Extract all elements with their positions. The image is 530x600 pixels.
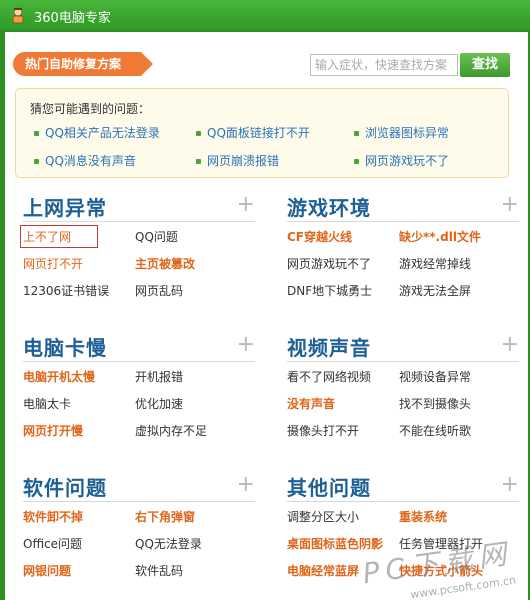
link-item[interactable]: 网页游戏玩不了 bbox=[287, 255, 371, 272]
link-row: 摄像头打不开 不能在线听歌 bbox=[287, 416, 519, 443]
link-item[interactable]: 电脑太卡 bbox=[23, 395, 71, 412]
link-item[interactable]: 网页乱码 bbox=[135, 282, 183, 299]
link-item[interactable]: 12306证书错误 bbox=[23, 282, 109, 299]
section-title: 游戏环境 bbox=[287, 196, 371, 220]
expand-plus-icon[interactable]: + bbox=[501, 332, 519, 357]
section-title: 软件问题 bbox=[23, 476, 107, 500]
link-item[interactable]: Office问题 bbox=[23, 535, 82, 552]
link-row: 上不了网 QQ问题 bbox=[19, 222, 255, 249]
link-row: 看不了网络视频 视频设备异常 bbox=[287, 362, 519, 389]
search-input[interactable]: 输入症状，快速查找方案 bbox=[310, 54, 458, 76]
link-row: 电脑太卡 优化加速 bbox=[23, 389, 255, 416]
link-row: 12306证书错误 网页乱码 bbox=[23, 276, 255, 303]
section-header: 其他问题 + bbox=[287, 470, 519, 502]
main-content: 热门自助修复方案 输入症状，快速查找方案 查找 猜您可能遇到的问题： QQ相关产… bbox=[5, 32, 528, 600]
link-item[interactable]: 不能在线听歌 bbox=[399, 422, 471, 439]
link-row: CF穿越火线 缺少**.dll文件 bbox=[287, 222, 519, 249]
expand-plus-icon[interactable]: + bbox=[237, 192, 255, 217]
link-row: 网页游戏玩不了 游戏经常掉线 bbox=[287, 249, 519, 276]
section-title: 上网异常 bbox=[23, 196, 107, 220]
link-item[interactable]: 重装系统 bbox=[399, 508, 447, 525]
bullet-icon bbox=[196, 159, 201, 164]
app-logo-icon bbox=[12, 7, 24, 24]
link-row: 软件卸不掉 右下角弹窗 bbox=[23, 502, 255, 529]
expand-plus-icon[interactable]: + bbox=[501, 472, 519, 497]
link-row: DNF地下城勇士 游戏无法全屏 bbox=[287, 276, 519, 303]
link-item[interactable]: 开机报错 bbox=[135, 368, 183, 385]
bullet-icon bbox=[196, 131, 201, 136]
suggestion-link[interactable]: 浏览器图标异常 bbox=[354, 124, 449, 141]
link-item[interactable]: DNF地下城勇士 bbox=[287, 282, 372, 299]
section-video-audio: 视频声音 + 看不了网络视频 视频设备异常 没有声音 找不到摄像头 摄像头打不开… bbox=[287, 330, 519, 443]
section-title: 电脑卡慢 bbox=[23, 336, 107, 360]
link-item[interactable]: CF穿越火线 bbox=[287, 228, 352, 245]
link-item[interactable]: 游戏无法全屏 bbox=[399, 282, 471, 299]
link-item[interactable]: 缺少**.dll文件 bbox=[399, 228, 481, 245]
section-software: 软件问题 + 软件卸不掉 右下角弹窗 Office问题 QQ无法登录 网银问题 … bbox=[23, 470, 255, 583]
link-item[interactable]: 游戏经常掉线 bbox=[399, 255, 471, 272]
section-title: 视频声音 bbox=[287, 336, 371, 360]
link-row: 网页打开慢 虚拟内存不足 bbox=[23, 416, 255, 443]
suggestion-link[interactable]: QQ消息没有声音 bbox=[34, 152, 136, 169]
link-item[interactable]: 电脑开机太慢 bbox=[23, 368, 95, 385]
link-item[interactable]: 软件乱码 bbox=[135, 562, 183, 579]
suggestion-link[interactable]: 网页游戏玩不了 bbox=[354, 152, 449, 169]
section-header: 游戏环境 + bbox=[287, 190, 519, 222]
section-network: 上网异常 + 上不了网 QQ问题 网页打不开 主页被篡改 12306证书错误 网… bbox=[19, 190, 255, 303]
bullet-icon bbox=[34, 131, 39, 136]
bullet-icon bbox=[354, 159, 359, 164]
section-title: 其他问题 bbox=[287, 476, 371, 500]
suggestion-link[interactable]: QQ相关产品无法登录 bbox=[34, 124, 160, 141]
link-item[interactable]: 主页被篡改 bbox=[135, 255, 195, 272]
link-row: Office问题 QQ无法登录 bbox=[23, 529, 255, 556]
link-row: 电脑开机太慢 开机报错 bbox=[23, 362, 255, 389]
title-bar: 360电脑专家 bbox=[0, 0, 530, 30]
link-item[interactable]: 看不了网络视频 bbox=[287, 368, 371, 385]
expand-plus-icon[interactable]: + bbox=[501, 192, 519, 217]
window-title: 360电脑专家 bbox=[34, 11, 111, 26]
link-row: 网银问题 软件乱码 bbox=[23, 556, 255, 583]
section-header: 上网异常 + bbox=[23, 190, 255, 222]
section-slow-pc: 电脑卡慢 + 电脑开机太慢 开机报错 电脑太卡 优化加速 网页打开慢 虚拟内存不… bbox=[23, 330, 255, 443]
suggestion-panel: 猜您可能遇到的问题： QQ相关产品无法登录 QQ面板链接打不开 浏览器图标异常 … bbox=[15, 88, 509, 178]
link-item[interactable]: 网页打开慢 bbox=[23, 422, 83, 439]
link-item[interactable]: 右下角弹窗 bbox=[135, 508, 195, 525]
link-item[interactable]: 虚拟内存不足 bbox=[135, 422, 207, 439]
link-row: 网页打不开 主页被篡改 bbox=[23, 249, 255, 276]
search-button[interactable]: 查找 bbox=[460, 53, 510, 77]
suggestion-link[interactable]: QQ面板链接打不开 bbox=[196, 124, 310, 141]
link-item[interactable]: 找不到摄像头 bbox=[399, 395, 471, 412]
link-item[interactable]: 摄像头打不开 bbox=[287, 422, 359, 439]
suggestion-link[interactable]: 网页崩溃报错 bbox=[196, 152, 279, 169]
expand-plus-icon[interactable]: + bbox=[237, 332, 255, 357]
link-item[interactable]: 软件卸不掉 bbox=[23, 508, 83, 525]
expand-plus-icon[interactable]: + bbox=[237, 472, 255, 497]
link-item[interactable]: 电脑经常蓝屏 bbox=[287, 562, 359, 579]
section-header: 电脑卡慢 + bbox=[23, 330, 255, 362]
link-item[interactable]: 没有声音 bbox=[287, 395, 335, 412]
link-item[interactable]: 调整分区大小 bbox=[287, 508, 359, 525]
link-item[interactable]: QQ无法登录 bbox=[135, 535, 202, 552]
bullet-icon bbox=[34, 159, 39, 164]
link-item[interactable]: QQ问题 bbox=[135, 228, 178, 245]
link-item[interactable]: 网页打不开 bbox=[23, 255, 83, 272]
bullet-icon bbox=[354, 131, 359, 136]
link-item[interactable]: 桌面图标蓝色阴影 bbox=[287, 535, 383, 552]
section-header: 视频声音 + bbox=[287, 330, 519, 362]
link-item[interactable]: 视频设备异常 bbox=[399, 368, 471, 385]
link-item[interactable]: 优化加速 bbox=[135, 395, 183, 412]
section-header: 软件问题 + bbox=[23, 470, 255, 502]
section-game: 游戏环境 + CF穿越火线 缺少**.dll文件 网页游戏玩不了 游戏经常掉线 … bbox=[287, 190, 519, 303]
link-row: 调整分区大小 重装系统 bbox=[287, 502, 519, 529]
link-item[interactable]: 网银问题 bbox=[23, 562, 71, 579]
link-item[interactable]: 上不了网 bbox=[19, 225, 99, 248]
hot-solutions-tag: 热门自助修复方案 bbox=[13, 52, 153, 76]
suggestion-title: 猜您可能遇到的问题： bbox=[30, 102, 151, 116]
link-row: 没有声音 找不到摄像头 bbox=[287, 389, 519, 416]
